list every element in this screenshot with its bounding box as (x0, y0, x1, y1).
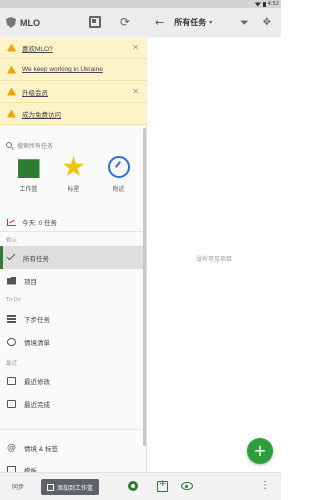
check-list-icon (6, 251, 16, 261)
divider (0, 231, 147, 232)
sidebar-item-label: 下步任务 (24, 316, 50, 324)
sidebar-item-label: 项目 (24, 278, 37, 286)
notice-item[interactable]: 喜欢MLO? ✕ (0, 37, 147, 59)
battery-icon (262, 1, 266, 7)
more-vert-icon[interactable]: ⋮ (260, 480, 270, 492)
eye-icon[interactable] (181, 482, 193, 490)
clock-icon (107, 156, 130, 178)
quick-item-label: 标星 (67, 187, 80, 193)
sidebar-item-label: 最近完成 (24, 401, 50, 409)
add-to-inbox-button[interactable]: 添加到工作篮 (41, 479, 100, 495)
sidebar-item-all-tasks[interactable]: 所有任务 (0, 246, 147, 269)
warning-icon (7, 43, 16, 52)
add-task-button[interactable]: + (247, 438, 273, 464)
left-panel: MLO ⟳ 喜欢MLO? ✕ We keep working in Ukrain… (0, 8, 147, 500)
sidebar-item-recently-completed[interactable]: 最近完成 (0, 392, 147, 415)
inbox-check-icon (17, 159, 40, 178)
sidebar-item-context-lists[interactable]: 情境清单 (0, 330, 147, 353)
filter-icon[interactable]: ⏷ (240, 17, 251, 28)
close-icon[interactable]: ✕ (132, 43, 139, 52)
section-recent: 最近 (6, 361, 18, 367)
wifi-icon (254, 2, 261, 7)
left-bottom-bar: 同步 添加到工作篮 (0, 472, 147, 500)
edit-icon (7, 376, 16, 385)
quick-item-inbox[interactable]: 工作篮 (9, 156, 49, 208)
sidebar-item-projects[interactable]: 项目 (0, 269, 147, 292)
sidebar-item-recently-modified[interactable]: 最近修改 (0, 369, 147, 392)
quick-item-label: 附近 (112, 187, 125, 193)
gear-icon[interactable] (128, 481, 138, 491)
section-todo: To-Do (6, 297, 21, 303)
move-icon[interactable]: ✥ (263, 17, 271, 28)
status-time: 4:52 (267, 1, 279, 7)
search-input[interactable]: 搜索所有任务 (17, 141, 53, 150)
left-toolbar: MLO ⟳ (0, 8, 147, 37)
notice-text[interactable]: 成为免费访问 (22, 109, 61, 119)
sidebar-item-next-actions[interactable]: 下步任务 (0, 307, 147, 330)
sidebar-scrollbar[interactable] (143, 128, 146, 446)
status-indicators: 4:52 (254, 0, 279, 8)
sync-icon[interactable]: ⟳ (119, 16, 131, 28)
notice-text[interactable]: 升级会员 (22, 87, 48, 97)
sidebar-item-label: 所有任务 (23, 255, 49, 263)
right-toolbar: ← 所有任务 ▾ ⏷ ✥ (147, 8, 281, 37)
sync-button[interactable]: 同步 (12, 482, 24, 491)
sidebar-item-label: 情境清单 (24, 339, 50, 347)
sidebar-item-label: 最近修改 (24, 378, 50, 386)
divider (0, 429, 147, 430)
warning-icon (7, 109, 16, 118)
notice-item[interactable]: 成为免费访问 (0, 103, 147, 125)
at-icon: @ (7, 442, 16, 453)
quick-item-starred[interactable]: 标星 (54, 156, 94, 208)
empty-state-message: 没有可见项目 (195, 257, 232, 263)
back-arrow-icon[interactable]: ← (155, 16, 164, 29)
add-subtask-icon[interactable] (157, 479, 168, 492)
quick-item-label: 工作篮 (19, 187, 38, 193)
notice-item[interactable]: 升级会员 ✕ (0, 81, 147, 103)
app-title: MLO (20, 17, 40, 28)
right-bottom-bar: ⋮ (147, 472, 281, 500)
app-brand[interactable]: MLO (6, 17, 40, 28)
sidebar-item-label: 情境 & 标签 (24, 445, 58, 453)
notice-item[interactable]: We keep working in Ukraine (0, 59, 147, 81)
right-panel: ← 所有任务 ▾ ⏷ ✥ 没有可见项目 + ⋮ (147, 8, 281, 500)
context-icon (7, 337, 16, 346)
star-icon (62, 156, 85, 177)
notice-text[interactable]: We keep working in Ukraine (22, 66, 103, 73)
notice-text[interactable]: 喜欢MLO? (22, 43, 53, 53)
search-row[interactable]: 搜索所有任务 (0, 137, 147, 153)
section-default: 默认 (6, 238, 18, 244)
today-label: 今天: 0 任务 (22, 220, 58, 227)
today-row[interactable]: 今天: 0 任务 (0, 214, 147, 230)
chart-icon (7, 218, 16, 226)
folder-icon (7, 276, 16, 285)
list-icon (7, 314, 16, 323)
warning-icon (7, 87, 16, 96)
quick-item-nearby[interactable]: 附近 (99, 156, 139, 208)
view-title[interactable]: 所有任务 (174, 17, 206, 28)
shield-logo-icon (6, 17, 16, 28)
view-toggle-icon[interactable] (89, 16, 101, 28)
status-bar: 4:52 (0, 0, 281, 8)
add-to-inbox-label: 添加到工作篮 (57, 485, 94, 492)
notice-list: 喜欢MLO? ✕ We keep working in Ukraine 升级会员… (0, 37, 147, 125)
checkbox-icon (7, 399, 16, 408)
search-icon (6, 142, 12, 148)
calendar-plus-icon (47, 483, 54, 491)
close-icon[interactable]: ✕ (132, 87, 139, 96)
chevron-down-icon[interactable]: ▾ (209, 19, 212, 26)
quick-access: 工作篮 标星 附近 (0, 156, 147, 208)
warning-icon (7, 65, 16, 74)
sidebar-item-contexts-tags[interactable]: @ 情境 & 标签 (0, 436, 147, 459)
